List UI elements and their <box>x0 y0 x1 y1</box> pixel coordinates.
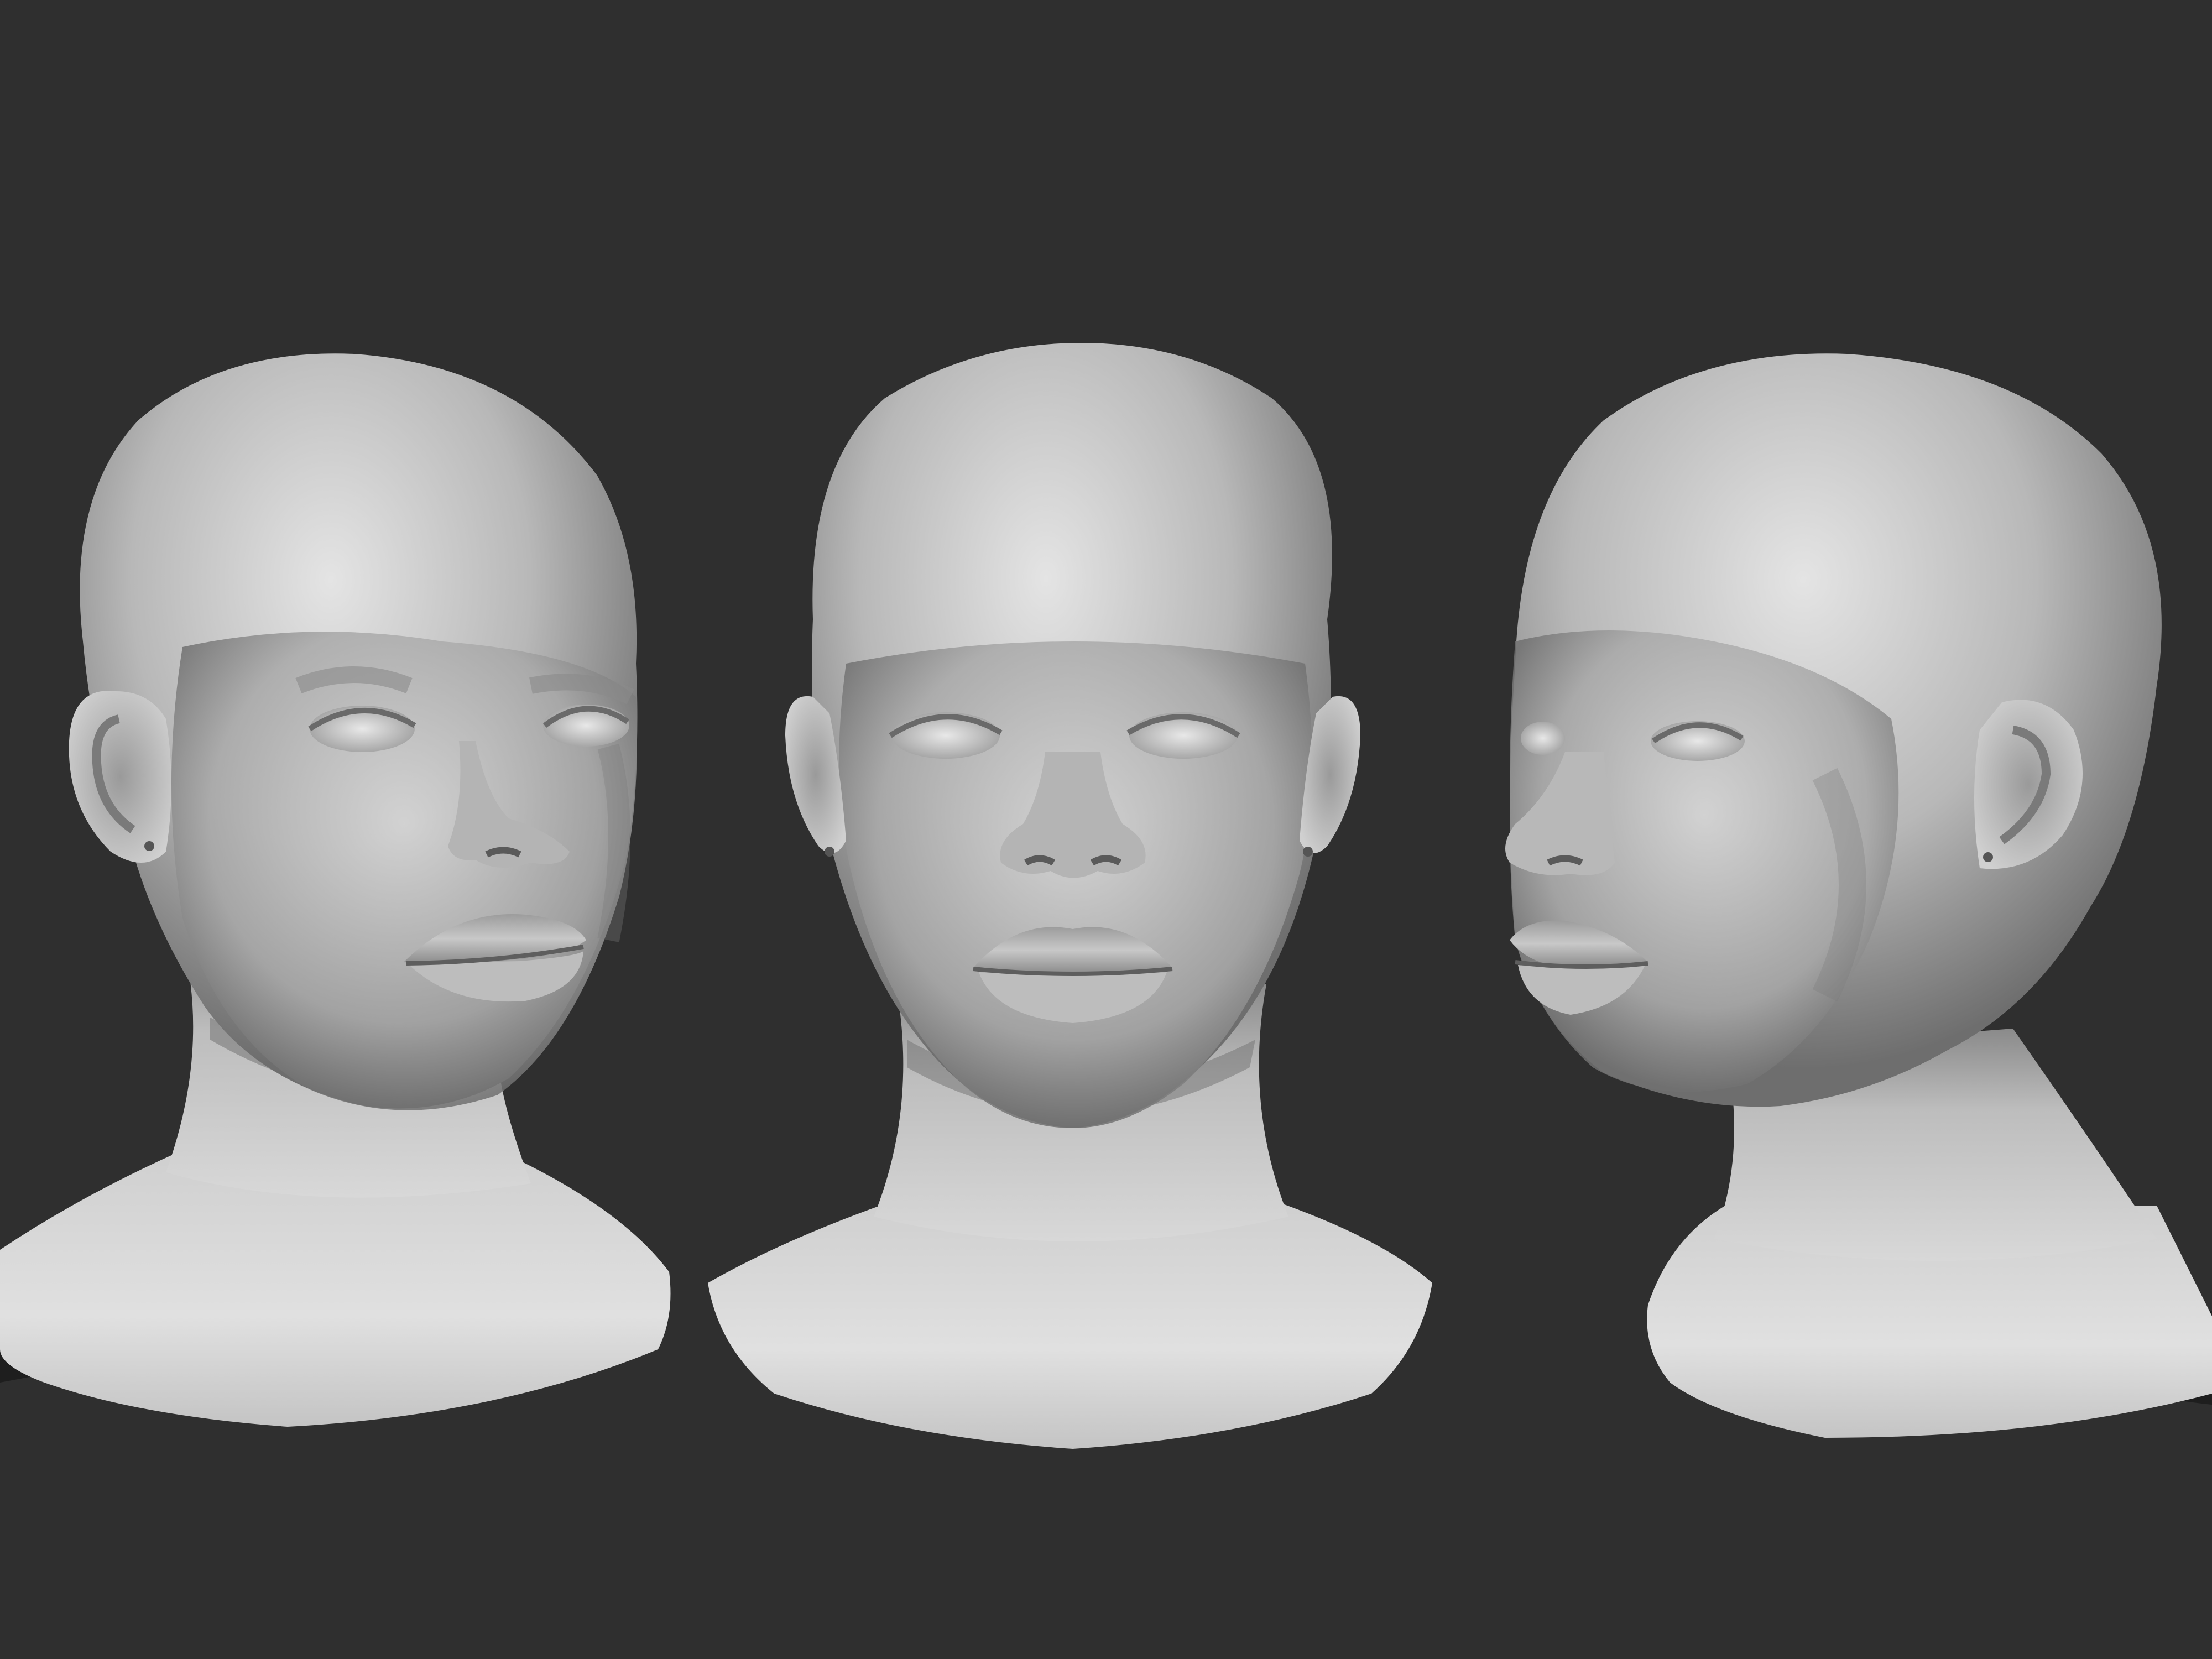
bust-2-earring-hole-left <box>825 847 834 857</box>
bust-1-ear <box>69 691 172 863</box>
sculpt-render-canvas <box>0 0 2212 1659</box>
sculpt-render-svg <box>0 343 2212 1449</box>
bust-2-earring-hole-right <box>1303 847 1313 857</box>
bust-three-quarter-right <box>1505 353 2212 1438</box>
bust-1-earring-hole <box>144 841 154 851</box>
bust-three-quarter-left <box>0 353 671 1427</box>
bust-3-eye-left <box>1521 722 1565 755</box>
bust-1-cheek-shadow <box>597 743 630 942</box>
bust-3-earring-hole <box>1983 852 1993 862</box>
bust-front <box>708 343 1432 1449</box>
